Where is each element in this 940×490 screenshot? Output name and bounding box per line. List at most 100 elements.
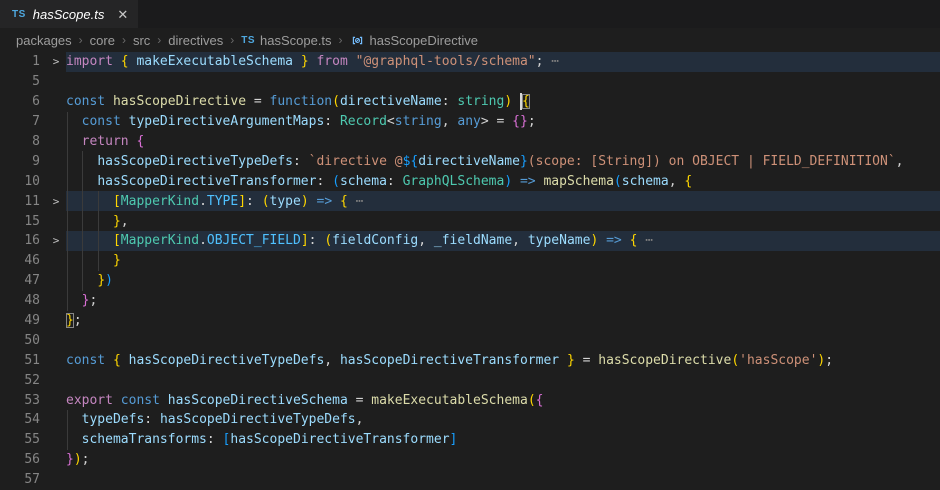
code-token: =: [575, 353, 598, 368]
code-token: (: [332, 174, 340, 189]
code-line-50[interactable]: 50: [0, 330, 940, 350]
breadcrumb-item-file[interactable]: TS hasScope.ts: [241, 33, 331, 48]
code-line-10[interactable]: 10 hasScopeDirectiveTransformer: (schema…: [0, 171, 940, 191]
code-token: ;: [825, 353, 833, 368]
code-token: [66, 273, 97, 288]
code-text: import { makeExecutableSchema } from "@g…: [66, 52, 940, 72]
code-token: ): [504, 174, 512, 189]
code-token: hasScopeDirectiveTransformer: [97, 174, 316, 189]
code-token: [66, 174, 97, 189]
code-token: hasScopeDirectiveTypeDefs: [160, 412, 356, 427]
code-token: (: [528, 393, 536, 408]
code-token: `directive @: [309, 154, 403, 169]
code-token: ,: [418, 233, 434, 248]
code-text: schemaTransforms: [hasScopeDirectiveTran…: [66, 430, 940, 450]
code-token: }: [567, 353, 575, 368]
code-token: directiveName: [418, 154, 520, 169]
code-token: .: [199, 233, 207, 248]
line-number: 9: [0, 154, 46, 169]
code-token: [66, 233, 113, 248]
code-token: [293, 54, 301, 69]
code-token: schemaTransforms: [82, 432, 207, 447]
fold-chevron-icon[interactable]: >: [46, 235, 66, 246]
code-token: [: [223, 432, 231, 447]
code-line-11[interactable]: 11> [MapperKind.TYPE]: (type) => { ⋯: [0, 191, 940, 211]
code-token: [121, 353, 129, 368]
code-token: [66, 432, 82, 447]
code-token: ): [105, 273, 113, 288]
code-token: ;: [82, 452, 90, 467]
code-text: [MapperKind.OBJECT_FIELD]: (fieldConfig,…: [66, 231, 940, 251]
code-line-5[interactable]: 5: [0, 72, 940, 92]
code-token: [66, 134, 82, 149]
code-line-57[interactable]: 57: [0, 470, 940, 490]
code-token: ;: [89, 293, 97, 308]
code-token: ,: [324, 353, 340, 368]
code-line-1[interactable]: 1>import { makeExecutableSchema } from "…: [0, 52, 940, 72]
code-token: hasScopeDirectiveTransformer: [230, 432, 449, 447]
code-lines: 1>import { makeExecutableSchema } from "…: [0, 52, 940, 490]
code-line-9[interactable]: 9 hasScopeDirectiveTypeDefs: `directive …: [0, 151, 940, 171]
code-text: });: [66, 450, 940, 470]
line-number: 55: [0, 432, 46, 447]
line-number: 52: [0, 373, 46, 388]
code-line-46[interactable]: 46 }: [0, 251, 940, 271]
fold-chevron-icon[interactable]: >: [46, 196, 66, 207]
code-line-53[interactable]: 53export const hasScopeDirectiveSchema =…: [0, 390, 940, 410]
code-token: ): [817, 353, 825, 368]
code-token: [129, 134, 137, 149]
code-line-56[interactable]: 56});: [0, 450, 940, 470]
code-token: type: [270, 194, 301, 209]
code-token: ,: [669, 174, 685, 189]
tab-hasScope[interactable]: TS hasScope.ts ✕: [0, 0, 138, 28]
code-token: :: [207, 432, 223, 447]
breadcrumb-item-directives[interactable]: directives: [168, 33, 223, 48]
code-token: [309, 54, 317, 69]
code-line-47[interactable]: 47 }): [0, 271, 940, 291]
code-token: [536, 174, 544, 189]
close-icon[interactable]: ✕: [117, 8, 128, 21]
code-text: };: [66, 291, 940, 311]
code-line-49[interactable]: 49};: [0, 311, 940, 331]
code-editor[interactable]: 1>import { makeExecutableSchema } from "…: [0, 52, 940, 490]
code-token: (: [262, 194, 270, 209]
code-line-51[interactable]: 51const { hasScopeDirectiveTypeDefs, has…: [0, 350, 940, 370]
code-token: =: [348, 393, 371, 408]
line-number: 56: [0, 452, 46, 467]
code-token: [559, 353, 567, 368]
code-token: [332, 194, 340, 209]
line-number: 6: [0, 94, 46, 109]
fold-chevron-icon[interactable]: >: [46, 56, 66, 67]
code-line-48[interactable]: 48 };: [0, 291, 940, 311]
code-token: hasScopeDirective: [113, 94, 246, 109]
code-line-8[interactable]: 8 return {: [0, 132, 940, 152]
code-token: "@graphql-tools/schema": [356, 54, 536, 69]
code-token: Record: [340, 114, 387, 129]
code-line-54[interactable]: 54 typeDefs: hasScopeDirectiveTypeDefs,: [0, 410, 940, 430]
line-number: 48: [0, 293, 46, 308]
line-number: 46: [0, 253, 46, 268]
code-line-15[interactable]: 15 },: [0, 211, 940, 231]
code-token: {: [136, 134, 144, 149]
code-token: hasScopeDirectiveTypeDefs: [97, 154, 293, 169]
code-text: [66, 470, 940, 490]
code-line-55[interactable]: 55 schemaTransforms: [hasScopeDirectiveT…: [0, 430, 940, 450]
code-line-16[interactable]: 16> [MapperKind.OBJECT_FIELD]: (fieldCon…: [0, 231, 940, 251]
code-text: [66, 370, 940, 390]
code-token: ,: [121, 214, 129, 229]
breadcrumb-item-symbol[interactable]: hasScopeDirective: [350, 33, 478, 48]
code-token: [113, 54, 121, 69]
code-token: }: [301, 54, 309, 69]
line-number: 47: [0, 273, 46, 288]
code-token: {: [630, 233, 638, 248]
code-token: }: [82, 293, 90, 308]
code-line-7[interactable]: 7 const typeDirectiveArgumentMaps: Recor…: [0, 112, 940, 132]
breadcrumb-item-src[interactable]: src: [133, 33, 150, 48]
breadcrumb-item-core[interactable]: core: [90, 33, 115, 48]
code-token: (: [614, 174, 622, 189]
breadcrumb-item-packages[interactable]: packages: [16, 33, 72, 48]
code-token: =: [246, 94, 269, 109]
code-token: string: [395, 114, 442, 129]
code-line-52[interactable]: 52: [0, 370, 940, 390]
code-line-6[interactable]: 6const hasScopeDirective = function(dire…: [0, 92, 940, 112]
